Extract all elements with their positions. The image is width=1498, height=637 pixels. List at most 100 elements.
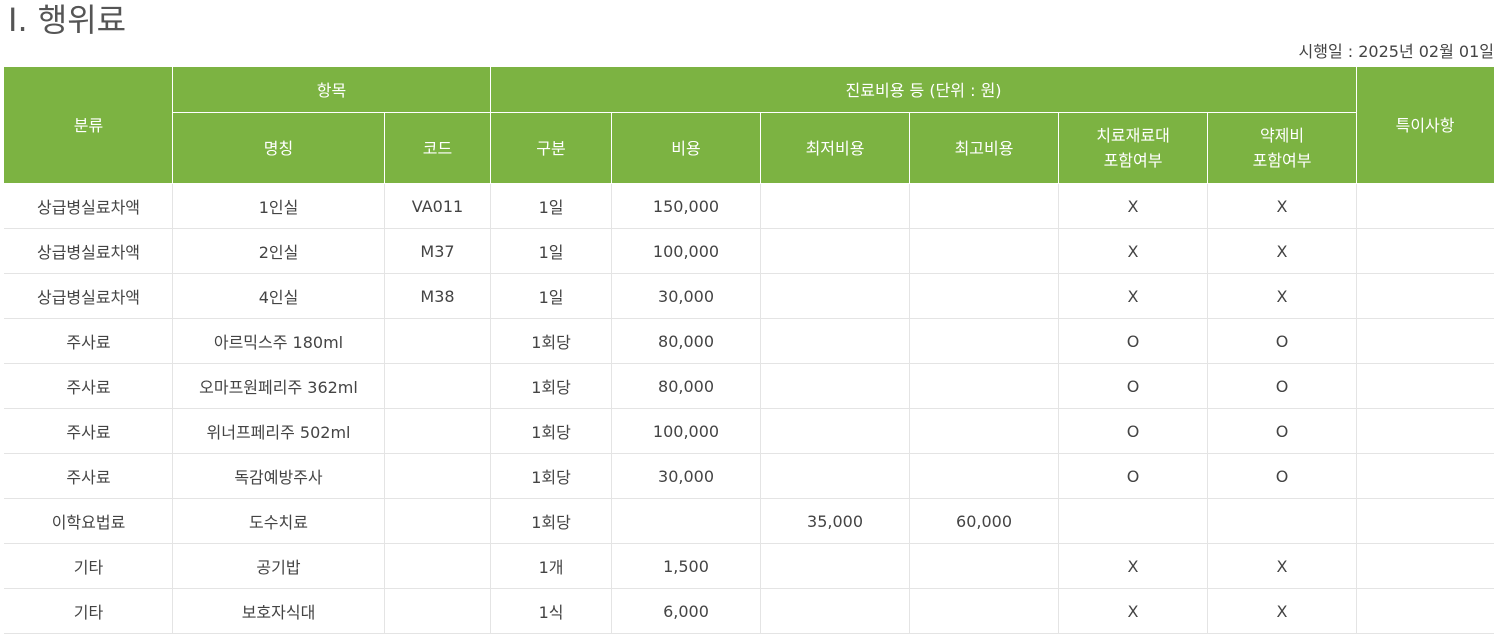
cell-min-cost: [760, 543, 911, 589]
cell-code: [383, 588, 492, 634]
header-drug-line1: 약제비: [1259, 126, 1305, 145]
cell-drug-included: O: [1207, 453, 1358, 499]
header-name: 명칭: [172, 112, 385, 184]
cell-notes: [1356, 498, 1495, 544]
cell-notes: [1356, 183, 1495, 229]
cell-name: 2인실: [172, 228, 385, 274]
cell-unit: 1개: [490, 543, 613, 589]
cell-cost: 30,000: [611, 273, 762, 319]
cell-min-cost: [760, 588, 911, 634]
cell-code: [383, 498, 492, 544]
cell-unit: 1식: [490, 588, 613, 634]
cell-name: 독감예방주사: [172, 453, 385, 499]
cell-material-included: O: [1058, 318, 1209, 364]
cell-max-cost: [909, 453, 1060, 499]
cell-min-cost: [760, 318, 911, 364]
cell-drug-included: X: [1207, 228, 1358, 274]
cell-name: 아르믹스주 180ml: [172, 318, 385, 364]
table-row: 상급병실료차액 2인실 M37 1일 100,000 X X: [4, 228, 1495, 274]
table-row: 상급병실료차액 4인실 M38 1일 30,000 X X: [4, 273, 1495, 319]
table-header: 분류 항목 진료비용 등 (단위 : 원) 특이사항 명칭 코드 구분 비용 최…: [4, 67, 1495, 184]
cell-cost: 80,000: [611, 318, 762, 364]
table-row: 주사료 위너프페리주 502ml 1회당 100,000 O O: [4, 408, 1495, 454]
cell-cost: 30,000: [611, 453, 762, 499]
cell-drug-included: X: [1207, 183, 1358, 229]
cell-cost: 100,000: [611, 228, 762, 274]
table-row: 주사료 아르믹스주 180ml 1회당 80,000 O O: [4, 318, 1495, 364]
cell-unit: 1일: [490, 273, 613, 319]
header-row-columns: 명칭 코드 구분 비용 최저비용 최고비용 치료재료대 포함여부 약제비 포함여…: [5, 112, 1494, 184]
header-category: 분류: [4, 67, 173, 184]
cell-unit: 1회당: [490, 318, 613, 364]
cell-category: 주사료: [4, 318, 173, 364]
cell-cost: 100,000: [611, 408, 762, 454]
cell-category: 이학요법료: [4, 498, 173, 544]
cell-drug-included: X: [1207, 543, 1358, 589]
cell-material-included: X: [1058, 543, 1209, 589]
cell-max-cost: [909, 363, 1060, 409]
cell-max-cost: [909, 318, 1060, 364]
cell-name: 4인실: [172, 273, 385, 319]
cell-category: 기타: [4, 588, 173, 634]
cell-max-cost: 60,000: [909, 498, 1060, 544]
header-min-cost: 최저비용: [760, 112, 911, 184]
cell-notes: [1356, 453, 1495, 499]
cell-category: 기타: [4, 543, 173, 589]
cell-drug-included: [1207, 498, 1358, 544]
cell-notes: [1356, 228, 1495, 274]
cell-min-cost: [760, 408, 911, 454]
cell-material-included: O: [1058, 408, 1209, 454]
cell-unit: 1회당: [490, 408, 613, 454]
cell-max-cost: [909, 273, 1060, 319]
cell-material-included: X: [1058, 228, 1209, 274]
cell-max-cost: [909, 228, 1060, 274]
cell-material-included: X: [1058, 183, 1209, 229]
page-title: Ⅰ. 행위료: [8, 1, 127, 39]
cell-unit: 1일: [490, 183, 613, 229]
cell-min-cost: [760, 228, 911, 274]
cell-category: 상급병실료차액: [4, 183, 173, 229]
cell-min-cost: [760, 183, 911, 229]
cell-category: 상급병실료차액: [4, 228, 173, 274]
cell-category: 주사료: [4, 363, 173, 409]
cell-max-cost: [909, 408, 1060, 454]
header-row-group: 분류 항목 진료비용 등 (단위 : 원) 특이사항: [4, 67, 1495, 184]
cell-unit: 1일: [490, 228, 613, 274]
cell-drug-included: X: [1207, 588, 1358, 634]
cell-cost: 6,000: [611, 588, 762, 634]
table-row: 주사료 독감예방주사 1회당 30,000 O O: [4, 453, 1495, 499]
header-drug-included: 약제비 포함여부: [1207, 112, 1358, 184]
cell-code: VA011: [383, 183, 492, 229]
cell-drug-included: O: [1207, 363, 1358, 409]
cell-notes: [1356, 273, 1495, 319]
header-cost-group: 진료비용 등 (단위 : 원): [490, 67, 1358, 113]
cell-name: 보호자식대: [172, 588, 385, 634]
cell-code: [383, 453, 492, 499]
cell-name: 공기밥: [172, 543, 385, 589]
table-row: 이학요법료 도수치료 1회당 35,000 60,000: [4, 498, 1495, 544]
cell-drug-included: O: [1207, 318, 1358, 364]
cell-cost: 150,000: [611, 183, 762, 229]
header-unit: 구분: [490, 112, 613, 184]
header-material-included: 치료재료대 포함여부: [1058, 112, 1209, 184]
cell-max-cost: [909, 183, 1060, 229]
cell-cost: 80,000: [611, 363, 762, 409]
cell-notes: [1356, 363, 1495, 409]
cell-name: 위너프페리주 502ml: [172, 408, 385, 454]
cell-max-cost: [909, 588, 1060, 634]
table-row: 기타 보호자식대 1식 6,000 X X: [4, 588, 1495, 634]
cell-cost: [611, 498, 762, 544]
cell-drug-included: X: [1207, 273, 1358, 319]
cell-code: [383, 363, 492, 409]
cell-min-cost: [760, 273, 911, 319]
cell-notes: [1356, 318, 1495, 364]
cell-unit: 1회당: [490, 453, 613, 499]
cell-name: 도수치료: [172, 498, 385, 544]
header-max-cost: 최고비용: [909, 112, 1060, 184]
cell-notes: [1356, 588, 1495, 634]
cell-drug-included: O: [1207, 408, 1358, 454]
cell-code: M37: [383, 228, 492, 274]
cell-code: M38: [383, 273, 492, 319]
header-material-line2: 포함여부: [1103, 151, 1163, 170]
table-row: 상급병실료차액 1인실 VA011 1일 150,000 X X: [4, 183, 1495, 229]
